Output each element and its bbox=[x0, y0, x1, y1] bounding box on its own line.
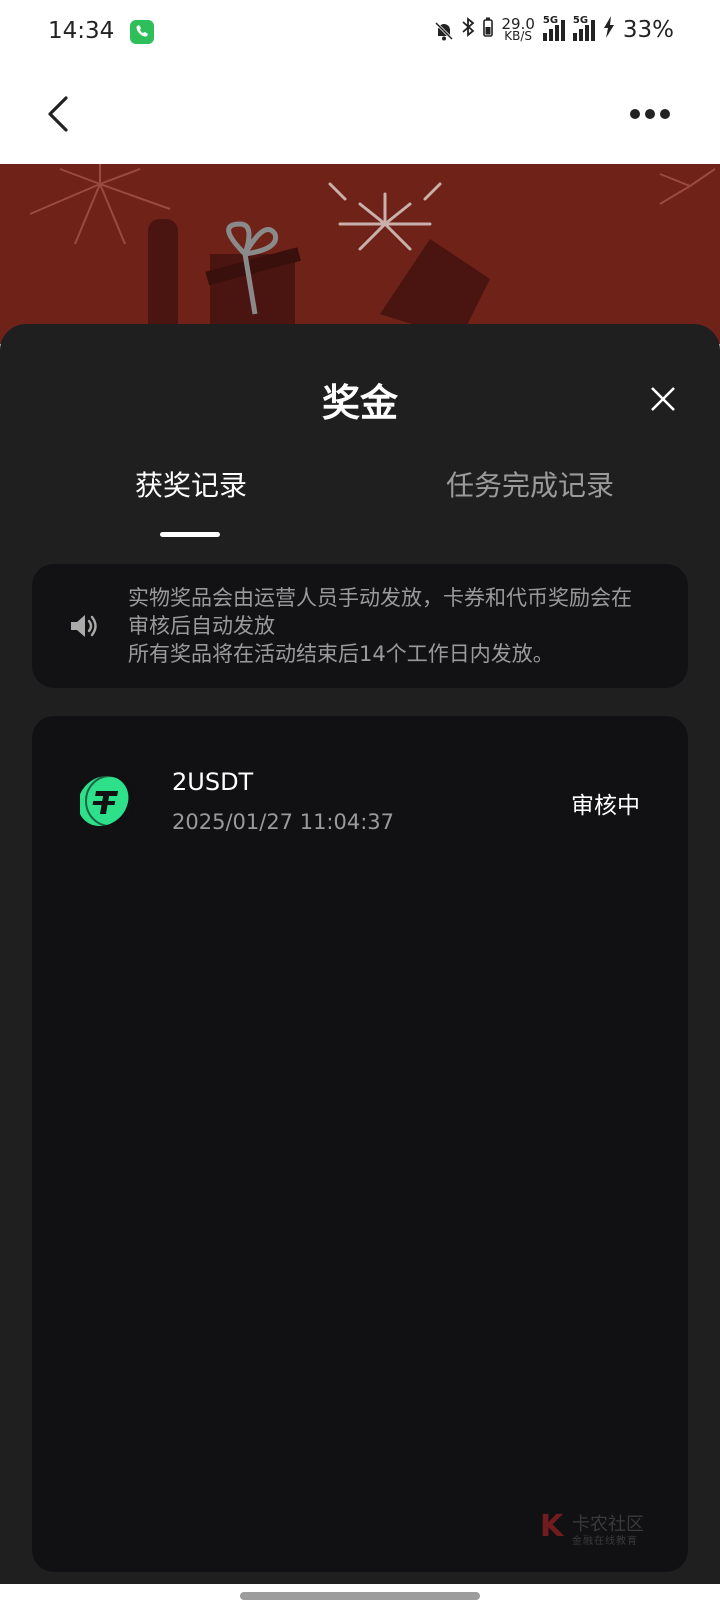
promo-banner bbox=[0, 164, 720, 344]
battery-percent: 33% bbox=[622, 16, 674, 43]
award-records-list: 2USDT 2025/01/27 11:04:37 审核中 bbox=[32, 716, 688, 1572]
active-tab-indicator bbox=[160, 532, 220, 537]
bonus-sheet: 奖金 获奖记录 任务完成记录 实物奖品会由运营人员手动发放，卡券和代币奖励会在审… bbox=[0, 324, 720, 1584]
notice-banner: 实物奖品会由运营人员手动发放，卡券和代币奖励会在审核后自动发放 所有奖品将在活动… bbox=[32, 564, 688, 688]
close-icon[interactable] bbox=[650, 386, 676, 412]
notice-text: 实物奖品会由运营人员手动发放，卡券和代币奖励会在审核后自动发放 所有奖品将在活动… bbox=[128, 584, 648, 668]
list-item[interactable]: 2USDT 2025/01/27 11:04:37 审核中 bbox=[32, 756, 688, 846]
notice-line-2: 所有奖品将在活动结束后14个工作日内发放。 bbox=[128, 642, 554, 666]
signal-icon: 5G bbox=[572, 15, 595, 41]
back-icon[interactable] bbox=[44, 94, 76, 134]
tab-task-records[interactable]: 任务完成记录 bbox=[446, 464, 614, 504]
charging-icon bbox=[603, 16, 615, 43]
watermark-logo: K 卡农社区 金融在线教育 bbox=[540, 1510, 660, 1550]
status-indicators: 29.0 KB/S 5G 5G 33% bbox=[433, 15, 674, 43]
nav-bar bbox=[0, 64, 720, 164]
bluetooth-icon bbox=[461, 16, 475, 43]
network-speed-unit: KB/S bbox=[504, 28, 533, 43]
home-indicator[interactable] bbox=[240, 1592, 480, 1600]
fireworks-gift-illustration bbox=[29, 164, 716, 344]
status-time: 14:34 bbox=[48, 18, 115, 44]
watermark-subtext: 金融在线教育 bbox=[572, 1536, 638, 1547]
phone-call-icon bbox=[130, 20, 154, 44]
more-icon[interactable] bbox=[630, 104, 670, 124]
network-speed: 29.0 KB/S bbox=[501, 16, 534, 43]
battery-small-icon bbox=[483, 17, 494, 43]
signal-icon: 5G bbox=[542, 15, 565, 41]
tab-award-records[interactable]: 获奖记录 bbox=[135, 464, 247, 504]
watermark-mark-icon: K bbox=[540, 1509, 564, 1544]
speaker-icon bbox=[68, 610, 100, 642]
record-status: 审核中 bbox=[571, 793, 640, 819]
record-time: 2025/01/27 11:04:37 bbox=[172, 810, 395, 834]
sheet-title: 奖金 bbox=[321, 381, 398, 425]
signal-2-label: 5G bbox=[572, 14, 589, 26]
usdt-coin-icon bbox=[77, 774, 135, 828]
notice-line-1: 实物奖品会由运营人员手动发放，卡券和代币奖励会在审核后自动发放 bbox=[128, 586, 632, 638]
tab-bar: 获奖记录 任务完成记录 bbox=[0, 464, 720, 524]
record-name: 2USDT bbox=[172, 768, 254, 796]
signal-1-label: 5G bbox=[542, 14, 559, 26]
status-bar: 14:34 29.0 KB/S 5G 5G 33% bbox=[0, 0, 720, 64]
bell-off-icon bbox=[433, 20, 454, 40]
